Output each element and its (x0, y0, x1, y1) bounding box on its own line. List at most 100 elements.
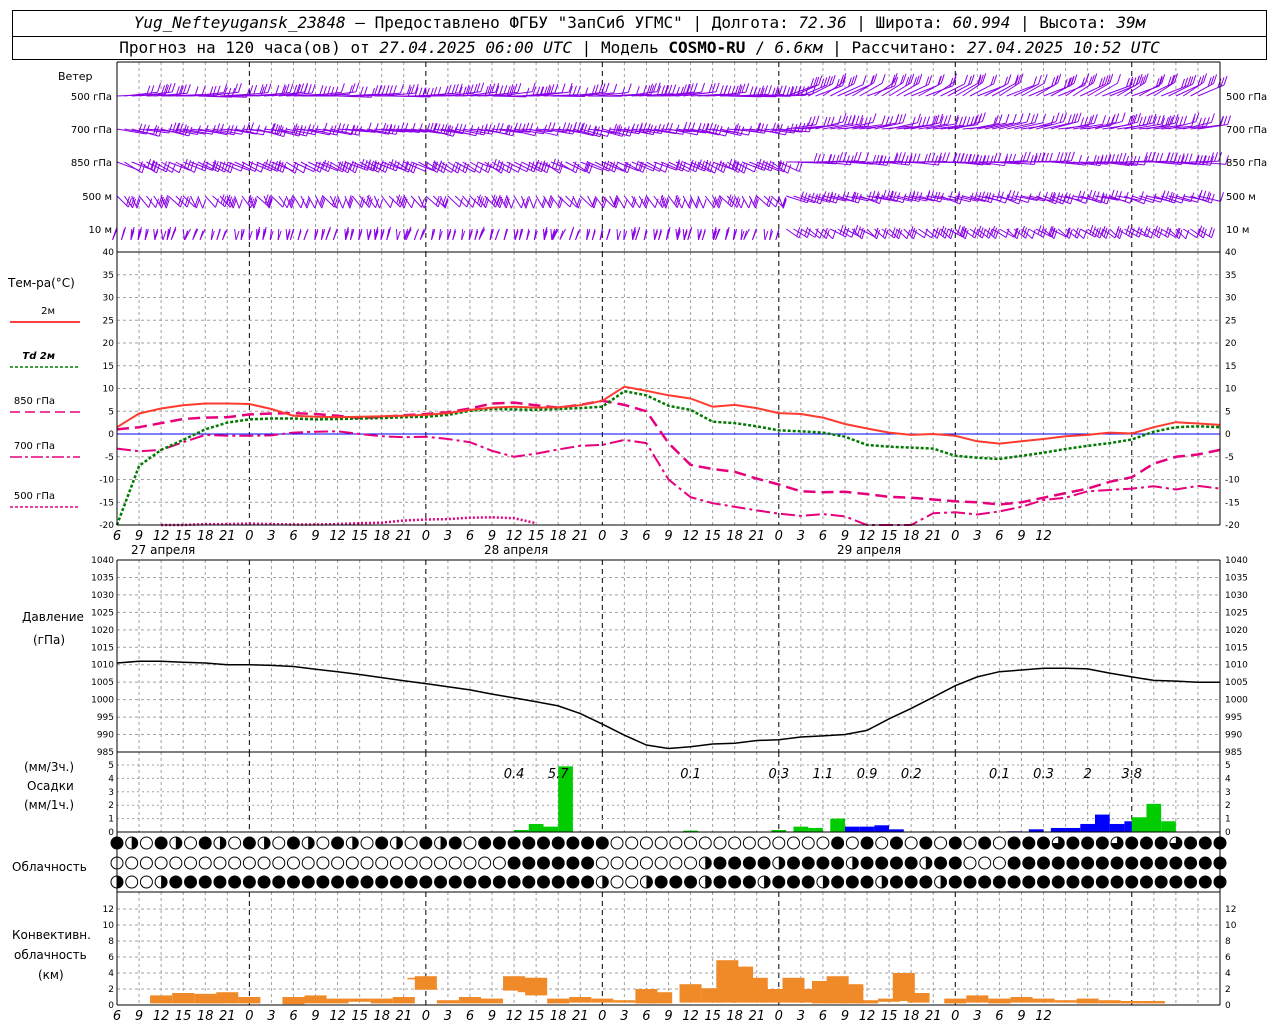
pres-tick-right: 1035 (1225, 573, 1248, 583)
wind-barb-flag (413, 230, 418, 240)
cloud-mid-symbol (478, 856, 492, 870)
x-tick-label: 6 (113, 1009, 121, 1024)
cloud-low-symbol-fill (161, 876, 168, 889)
wind-barb-flag (333, 228, 338, 238)
wind-barb-flag (993, 152, 998, 163)
conv-bar (1142, 1001, 1165, 1004)
temp-tick-left: 5 (108, 407, 114, 417)
x-tick-label: 9 (841, 529, 849, 544)
wind-barb-flag (1077, 112, 1082, 122)
wind-barb-flag (1043, 74, 1048, 84)
x-tick-label: 0 (775, 529, 783, 544)
cloud-low-symbol-fill (822, 876, 829, 888)
wind-barb-flag (701, 230, 706, 241)
temp-tick-left: 30 (103, 294, 115, 304)
cloud-high-symbol (610, 836, 624, 850)
wind-barb-flag (194, 86, 199, 96)
wind-barb-flag (752, 228, 757, 238)
cloud-mid-symbol-fill (537, 857, 550, 869)
wind-barb-flag (447, 84, 452, 94)
series-t500 (161, 516, 537, 527)
pres-tick-right: 1015 (1225, 643, 1248, 653)
cloud-mid-symbol-fill (743, 857, 756, 869)
wind-barb (550, 228, 553, 241)
wind-barb (756, 195, 770, 208)
cloud-high-symbol-fill (552, 837, 565, 849)
cloud-low-symbol-fill (463, 876, 476, 888)
cloud-mid-symbol-fill (890, 857, 903, 869)
wind-barb-flag (1188, 153, 1193, 163)
cloud-low-symbol-fill (646, 876, 653, 888)
precip-bar (1146, 803, 1162, 832)
cloud-mid-symbol-fill (552, 857, 565, 869)
wind-barb-flag (688, 226, 693, 237)
wind-barb-flag (374, 85, 379, 95)
wind-barb-flag (413, 163, 418, 174)
x-tick-label: 21 (925, 1009, 942, 1024)
temp-tick-right: 35 (1225, 271, 1236, 281)
wind-barb-flag (1220, 192, 1225, 202)
wind-barb-flag (1121, 112, 1126, 122)
conv-bar (760, 989, 783, 1003)
precip-tick-right: 3 (1225, 788, 1231, 798)
pres-tick-right: 985 (1225, 748, 1242, 758)
precip-unit-1h: (мм/1ч.) (24, 798, 74, 812)
wind-barb-flag (872, 113, 877, 123)
cloud-low-symbol-fill (537, 876, 550, 888)
cloud-low-symbol-fill (184, 876, 197, 888)
x-tick-label: 21 (748, 1009, 765, 1024)
wind-barb-flag (1090, 114, 1095, 125)
cloud-low-symbol-fill (272, 876, 285, 888)
precip-unit-3h: (мм/3ч.) (24, 760, 74, 774)
wind-barb-flag (745, 83, 750, 93)
wind-barb-flag (319, 85, 324, 95)
conv-tick-right: 12 (1225, 905, 1236, 915)
cloud-low-symbol-fill (705, 876, 712, 888)
cloud-high-symbol-fill (566, 837, 579, 849)
cloud-high-symbol-fill (1037, 837, 1050, 849)
cloud-high-symbol-fill (419, 837, 432, 849)
wind-barb-flag (216, 228, 221, 239)
x-tick-label: 3 (444, 1009, 452, 1024)
cloud-low-symbol-fill (552, 876, 565, 888)
pres-tick-left: 1020 (91, 626, 114, 636)
wind-barb-flag (526, 162, 531, 172)
wind-barb-flag (862, 75, 867, 85)
cloud-mid-symbol-fill (728, 857, 741, 869)
precip-bar (844, 826, 860, 832)
cloud-high-symbol-fill (522, 837, 535, 849)
x-tick-label: 18 (550, 529, 567, 544)
conv-bar (613, 1000, 636, 1003)
wind-barb-flag (451, 84, 456, 94)
cloud-low-symbol-fill (199, 876, 212, 888)
wind-barb-flag (1070, 151, 1075, 161)
temp-tick-left: 15 (103, 362, 114, 372)
cloud-mid-symbol (286, 856, 300, 870)
wind-barb-flag (1073, 74, 1078, 84)
x-tick-label: 9 (664, 529, 672, 544)
temp-tick-left: 25 (103, 316, 114, 326)
conv-bar (907, 993, 930, 1003)
wind-barb-flag (708, 123, 713, 133)
wind-barb (271, 195, 284, 208)
cloud-mid-symbol-fill (861, 857, 874, 869)
wind-barb-flag (1012, 113, 1017, 124)
temp-tick-right: -10 (1225, 476, 1240, 486)
precip-total-label: 0.1 (989, 767, 1010, 782)
wind-barb-flag (993, 74, 998, 84)
temp-panel-title: Тем-ра(°C) (7, 276, 75, 290)
wind-barb-flag (382, 122, 387, 133)
wind-barb-flag (411, 198, 416, 209)
wind-barb-flag (572, 85, 577, 96)
conv-tick-right: 6 (1225, 953, 1231, 963)
wind-barb-flag (902, 73, 907, 83)
wind-barb-flag (311, 83, 316, 94)
cloud-high-symbol-fill (375, 837, 388, 849)
cloud-low-symbol-fill (117, 876, 123, 888)
conv-tick-left: 8 (108, 937, 114, 947)
cloud-high-symbol (404, 836, 418, 850)
wind-barb-flag (839, 224, 844, 235)
cloud-high-symbol (669, 836, 683, 850)
wind-barb-flag (186, 84, 191, 94)
precip-bar (543, 826, 559, 832)
